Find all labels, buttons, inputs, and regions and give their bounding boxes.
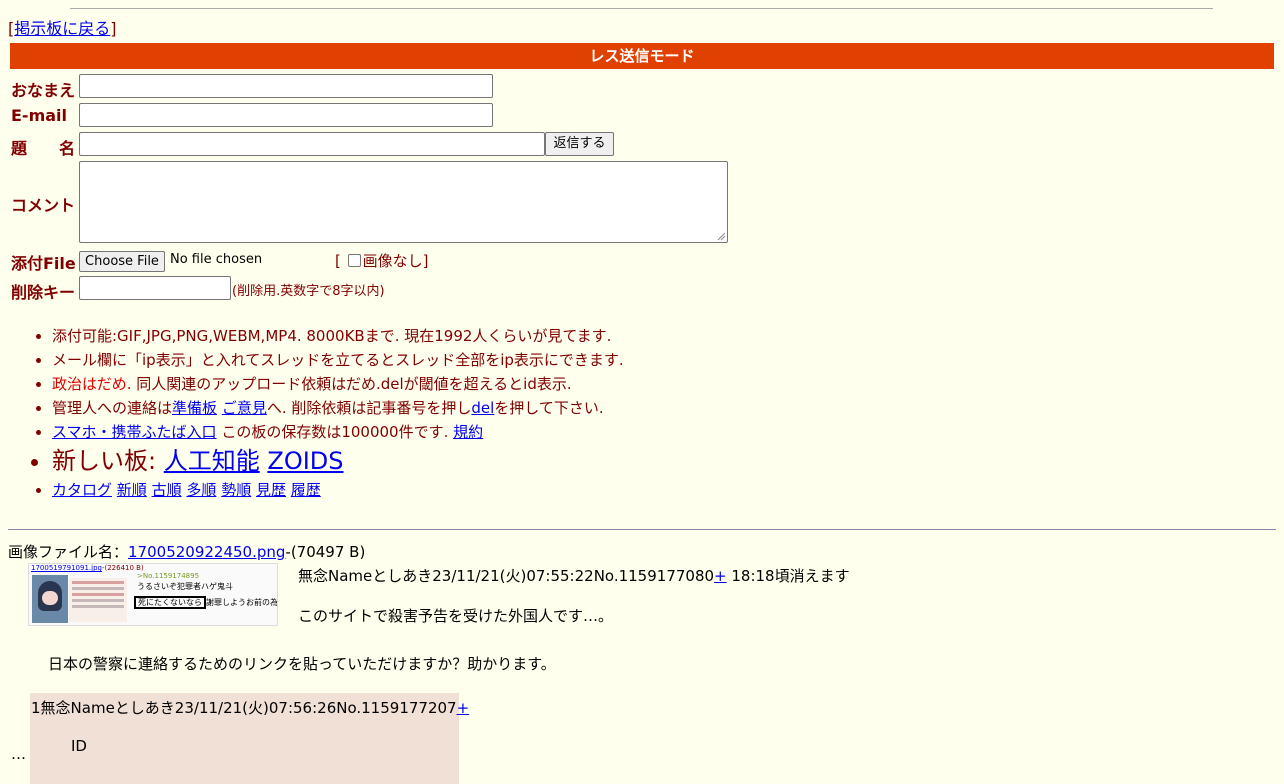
- file-label: 添付File: [11, 254, 76, 273]
- thumb-text-blur: [69, 578, 127, 622]
- sort-most-link[interactable]: 多順: [186, 481, 216, 499]
- thumb-avatar-art: [32, 575, 68, 623]
- no-image-option: [ 画像なし]: [335, 250, 429, 271]
- thumb-reply-rest: 謝罪しようお前の為だぞ？: [206, 598, 278, 607]
- reply-header: 1無念Nameとしあき23/11/21(火)07:56:26No.1159177…: [31, 697, 469, 718]
- thumb-file-line: 1700519791091.jpg-(226410 B): [31, 564, 144, 572]
- rule-text: 管理人への連絡は: [52, 399, 173, 417]
- op-plus-link[interactable]: +: [714, 567, 727, 585]
- thumb-size: -(226410 B): [101, 564, 144, 572]
- rule-text: この板の保存数は100000件です.: [216, 423, 449, 441]
- del-link[interactable]: del: [471, 399, 494, 417]
- reply-plus-link[interactable]: +: [457, 699, 470, 717]
- file-info: 画像ファイル名：1700520922450.png-(70497 B): [8, 541, 365, 562]
- resize-handle-icon[interactable]: [717, 232, 726, 241]
- rule-text: メール欄に「ip表示」と入れてスレッドを立てるとスレッド全部をip表示にできます…: [52, 351, 624, 369]
- op-image-link[interactable]: 1700520922450.png: [128, 543, 285, 561]
- op-body-line-2: 日本の警察に連絡するためのリンクを貼っていただけますか？助かります。: [48, 655, 556, 673]
- name-input[interactable]: [79, 74, 493, 98]
- ai-board-link[interactable]: 人工知能: [164, 447, 260, 475]
- comment-label: コメント: [11, 196, 76, 215]
- rule-item-ip: メール欄に「ip表示」と入れてスレッドを立てるとスレッド全部をip表示にできます…: [52, 348, 624, 372]
- no-file-chosen-text: No file chosen: [170, 252, 263, 267]
- rule-text: へ. 削除依頼は記事番号を押し: [266, 399, 472, 417]
- rule-item-new-boards: 新しい板: 人工知能 ZOIDS: [52, 444, 624, 478]
- rule-item-contact: 管理人への連絡は準備板 ご意見へ. 削除依頼は記事番号を押しdelを押して下さい…: [52, 396, 624, 420]
- top-divider: [70, 8, 1213, 9]
- file-info-label: 画像ファイル名：: [8, 543, 129, 561]
- name-label: おなまえ: [11, 81, 76, 100]
- rule-item-politics: 政治はだめ. 同人関連のアップロード依頼はだめ.delが閾値を超えるとid表示.: [52, 372, 624, 396]
- rule-text: 添付可能:GIF,JPG,PNG,WEBM,MP4. 8000KBまで. 現在1…: [52, 327, 612, 345]
- back-to-board-link[interactable]: 掲示板に戻る: [14, 19, 110, 38]
- catalog-link[interactable]: カタログ: [52, 481, 112, 499]
- thumb-reply-line: 死にたくないなら謝罪しようお前の為だぞ？: [134, 596, 278, 609]
- terms-link[interactable]: 規約: [453, 423, 483, 441]
- rule-text: 同人関連のアップロード依頼はだめ.delが閾値を超えるとid表示.: [131, 375, 572, 393]
- thumb-boxed-text: 死にたくないなら: [134, 596, 206, 609]
- no-image-checkbox[interactable]: [347, 254, 361, 267]
- op-thumbnail[interactable]: 1700519791091.jpg-(226410 B) >No.1159174…: [28, 563, 278, 626]
- op-body-line-1: このサイトで殺害予告を受けた外国人です…。: [298, 607, 614, 625]
- delete-key-hint: (削除用.英数字で8字以内): [232, 284, 385, 299]
- sort-oldest-link[interactable]: 古順: [152, 481, 182, 499]
- back-nav: [掲示板に戻る]: [8, 19, 117, 39]
- delete-key-label: 削除キー: [11, 283, 76, 302]
- reply-body: ID: [71, 737, 87, 755]
- choose-file-button[interactable]: Choose File: [79, 251, 165, 272]
- mobile-entrance-link[interactable]: スマホ・携帯ふたば入口: [52, 423, 217, 441]
- sort-newest-link[interactable]: 新順: [117, 481, 147, 499]
- file-size: -(70497 B): [285, 543, 366, 561]
- zoids-board-link[interactable]: ZOIDS: [267, 447, 343, 475]
- reply-post: 1無念Nameとしあき23/11/21(火)07:56:26No.1159177…: [30, 693, 469, 784]
- subject-label: 題 名: [11, 139, 76, 158]
- rule-item-nav: カタログ 新順 古順 多順 勢順 見歴 履歴: [52, 478, 624, 502]
- sort-momentum-link[interactable]: 勢順: [221, 481, 251, 499]
- prep-board-link[interactable]: 準備板: [172, 399, 217, 417]
- thread-divider: [8, 529, 1276, 530]
- op-header-text: 無念Nameとしあき23/11/21(火)07:55:22No.11591770…: [298, 567, 715, 585]
- no-image-label: 画像なし: [362, 252, 423, 270]
- submit-reply-button[interactable]: 返信する: [545, 132, 614, 156]
- delete-key-input[interactable]: [79, 276, 231, 300]
- subject-input[interactable]: [79, 132, 545, 156]
- thumb-quote-number: >No.1159174895: [137, 572, 200, 580]
- bracket-close: ]: [110, 19, 117, 38]
- bracket-open: [: [335, 252, 341, 270]
- reply-mode-bar: レス送信モード: [10, 43, 1274, 69]
- thumb-quote-text: うるさいぞ犯罪者ハゲ鬼斗: [137, 582, 233, 591]
- email-label: E-mail: [11, 106, 68, 125]
- board-rules-list: 添付可能:GIF,JPG,PNG,WEBM,MP4. 8000KBまで. 現在1…: [28, 324, 624, 502]
- op-expire-text: 18:18頃消えます: [726, 567, 850, 585]
- bracket-close: ]: [422, 252, 429, 270]
- feedback-link[interactable]: ご意見: [222, 399, 267, 417]
- comment-textarea[interactable]: [79, 161, 728, 243]
- rule-text: を押して下さい.: [494, 399, 604, 417]
- new-boards-label: 新しい板:: [52, 447, 157, 475]
- thumb-file: 1700519791091.jpg: [31, 564, 102, 572]
- reply-mark: …: [11, 745, 26, 763]
- rule-item-mobile: スマホ・携帯ふたば入口 この板の保存数は100000件です. 規約: [52, 420, 624, 444]
- viewed-history-link[interactable]: 見歴: [256, 481, 286, 499]
- rule-item-attachments: 添付可能:GIF,JPG,PNG,WEBM,MP4. 8000KBまで. 現在1…: [52, 324, 624, 348]
- email-input[interactable]: [79, 103, 493, 127]
- op-header: 無念Nameとしあき23/11/21(火)07:55:22No.11591770…: [298, 565, 850, 586]
- post-history-link[interactable]: 履歴: [291, 481, 321, 499]
- reply-header-text: 1無念Nameとしあき23/11/21(火)07:56:26No.1159177…: [31, 699, 457, 717]
- politics-warning: 政治はだめ.: [52, 375, 132, 393]
